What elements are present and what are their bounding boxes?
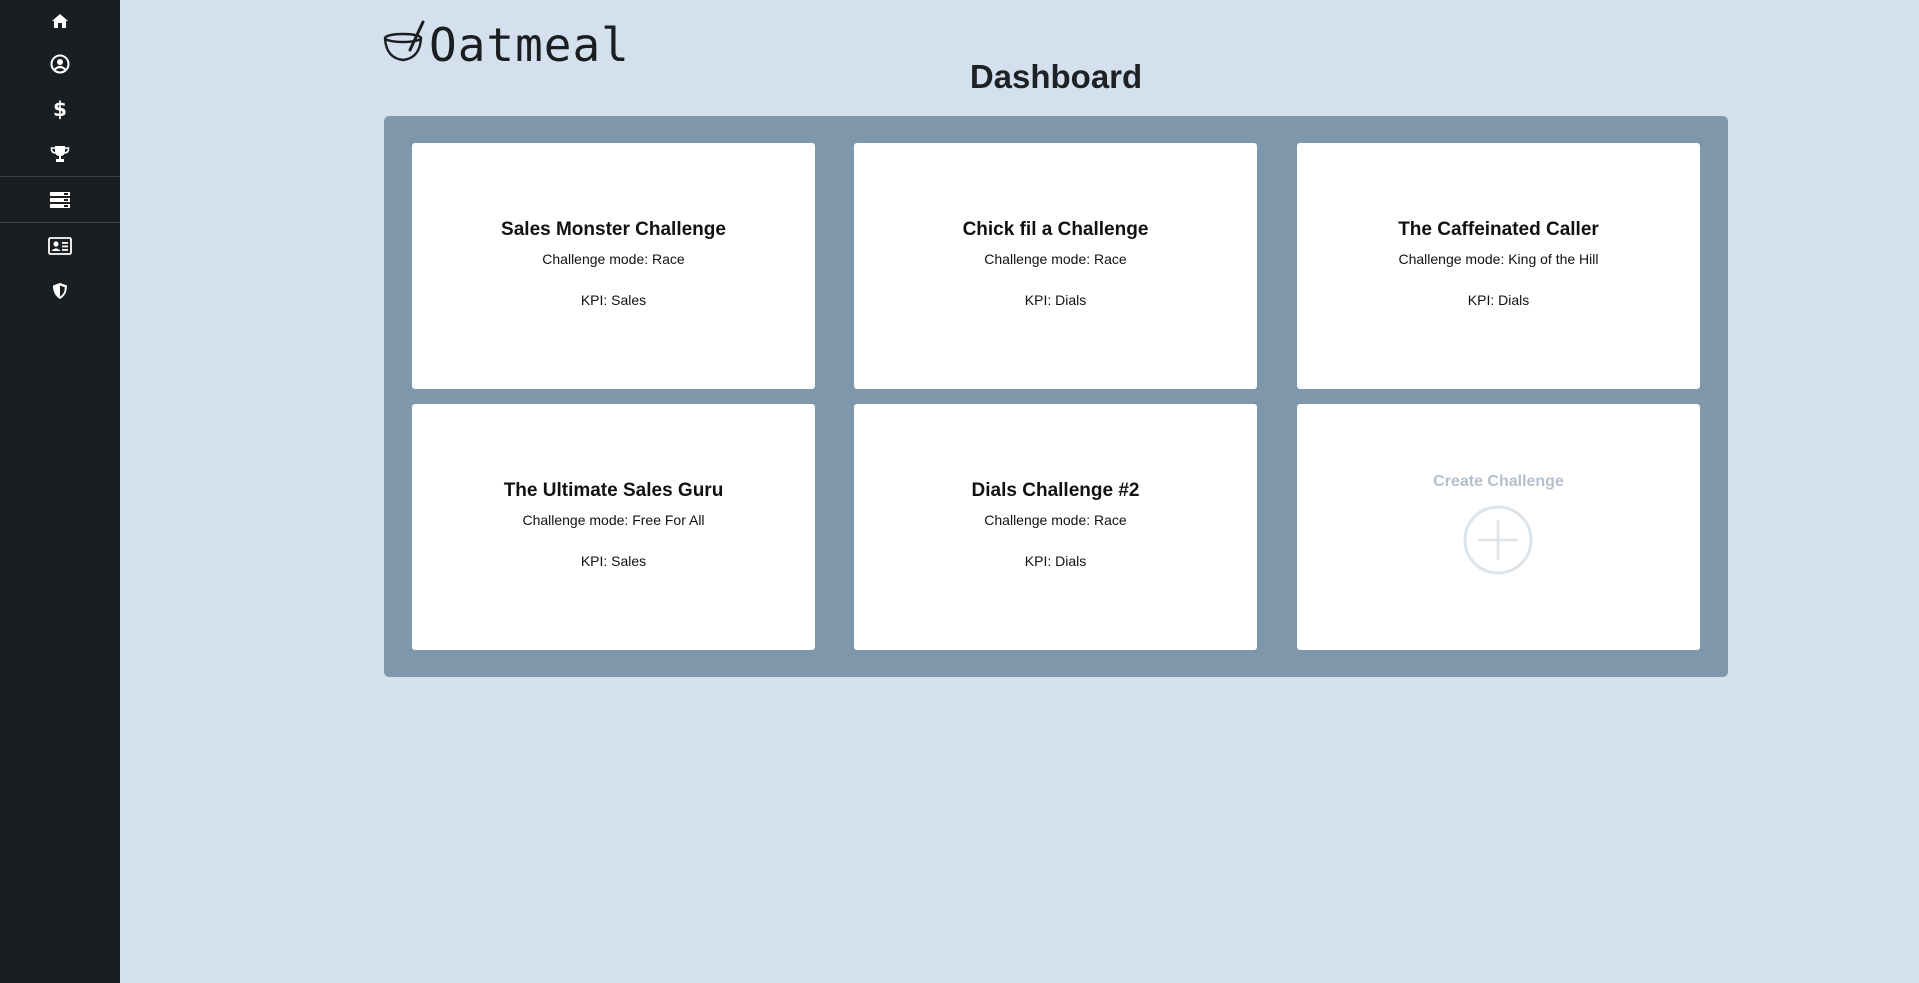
create-challenge-label: Create Challenge [1433,473,1564,490]
challenge-kpi: KPI: Dials [1467,292,1530,308]
challenge-mode: Challenge mode: Race [542,251,685,267]
sidebar-item-data[interactable] [0,177,120,222]
plus-circle-icon[interactable] [1462,504,1534,581]
challenge-mode: Challenge mode: Race [984,512,1127,528]
challenge-mode: Challenge mode: Free For All [522,512,705,528]
svg-text:$: $ [53,98,67,120]
challenge-title: Chick fil a Challenge [962,219,1149,240]
challenge-title: Sales Monster Challenge [501,219,726,240]
sidebar-item-admin[interactable] [0,268,120,313]
sidebar-item-contacts[interactable] [0,223,120,268]
create-challenge-card[interactable]: Create Challenge [1297,404,1700,650]
challenge-kpi: KPI: Sales [580,553,647,569]
server-icon [49,191,71,209]
challenge-mode: Challenge mode: King of the Hill [1398,251,1599,267]
trophy-icon [50,145,70,163]
challenge-kpi: KPI: Sales [580,292,647,308]
home-icon [51,13,69,29]
challenge-card[interactable]: Dials Challenge #2 Challenge mode: Race … [854,404,1257,650]
challenge-title: The Caffeinated Caller [1398,219,1599,240]
shield-icon [52,282,68,300]
challenge-card[interactable]: Chick fil a Challenge Challenge mode: Ra… [854,143,1257,389]
sidebar-item-home[interactable] [0,0,120,41]
challenge-title: Dials Challenge #2 [971,480,1140,501]
dollar-icon: $ [53,98,67,120]
page-title: Dashboard [969,58,1143,95]
challenge-card[interactable]: The Ultimate Sales Guru Challenge mode: … [412,404,815,650]
challenge-kpi: KPI: Dials [1024,553,1087,569]
challenge-board: Sales Monster Challenge Challenge mode: … [384,116,1728,677]
challenge-mode: Challenge mode: Race [984,251,1127,267]
id-card-icon [48,236,72,255]
sidebar: $ [0,0,120,983]
challenge-title: The Ultimate Sales Guru [503,480,724,501]
challenge-kpi: KPI: Dials [1024,292,1087,308]
sidebar-item-challenges[interactable] [0,131,120,176]
challenge-card[interactable]: Sales Monster Challenge Challenge mode: … [412,143,815,389]
challenge-card[interactable]: The Caffeinated Caller Challenge mode: K… [1297,143,1700,389]
